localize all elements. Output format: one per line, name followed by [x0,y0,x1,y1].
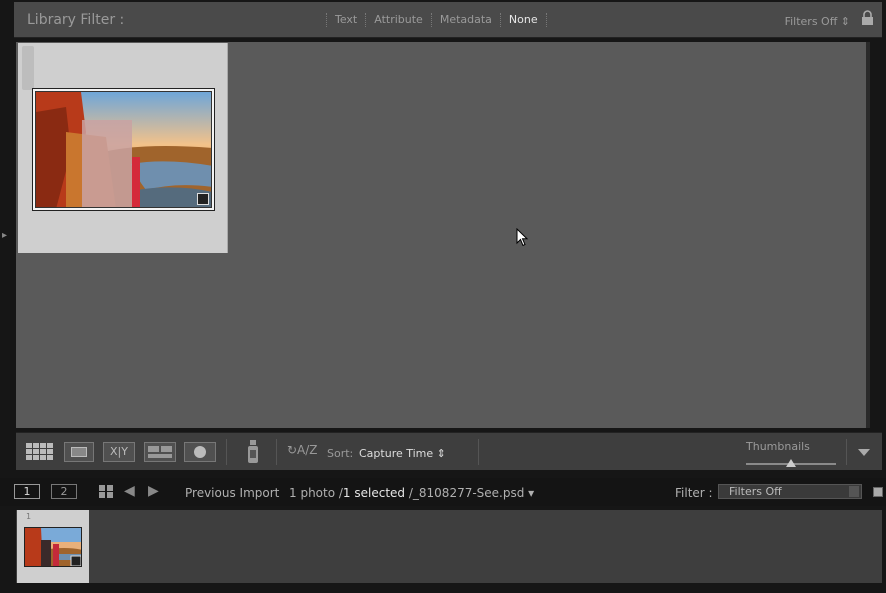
photo-image [35,91,212,208]
filter-tab-text[interactable]: Text [326,13,365,27]
filter-value: Filters Off [729,485,782,498]
filmstrip-header: 1 2 ◀ ▶ Previous Import 1 photo /1 selec… [0,478,886,506]
filmstrip-index: 1 [26,512,32,521]
sort-label: Sort: [327,447,354,460]
survey-view-icon[interactable] [144,442,176,462]
library-filter-bar: Library Filter : Text Attribute Metadata… [14,2,882,38]
dropdown-arrows-icon [849,486,859,497]
photo-count-text: 1 photo /1 selected /_8108277-See.psd ▾ [289,486,534,500]
library-filter-title: Library Filter : [27,12,125,28]
library-toolbar: X|Y ↻A/Z Sort: Capture Time ⇕ Thumbnails [16,432,882,470]
grid-scrollbar[interactable] [866,42,870,428]
grid-view-icon[interactable] [25,442,55,462]
sort-dropdown[interactable]: Capture Time ⇕ [359,447,446,460]
second-window-button[interactable]: 2 [51,484,77,499]
photo-count: 1 photo / [289,486,343,500]
filter-tabs: Text Attribute Metadata None [326,13,547,27]
filter-tab-metadata[interactable]: Metadata [430,13,500,27]
edit-badge-icon [197,193,209,205]
grid-view-area[interactable] [16,42,867,428]
filmstrip-filter-dropdown[interactable]: Filters Off [718,484,862,499]
painter-spray-icon[interactable] [246,440,260,464]
sort-direction-icon[interactable]: ↻A/Z [287,443,318,457]
thumbnails-label: Thumbnails [746,440,810,453]
toolbar-divider [226,439,227,465]
toolbar-menu-chevron-icon[interactable] [858,449,870,456]
filename-dropdown[interactable]: /_8108277-See.psd ▾ [409,486,534,500]
filter-tab-attribute[interactable]: Attribute [365,13,431,27]
arrow-left-icon[interactable]: ◀ [124,483,135,499]
grid-view-icon[interactable] [98,484,114,499]
lock-icon[interactable] [861,10,874,26]
toolbar-divider [846,439,847,465]
main-window-button[interactable]: 1 [14,484,40,499]
filmstrip-cell[interactable]: 1 [17,510,89,583]
grid-cell[interactable] [18,43,228,253]
toolbar-divider [276,439,277,465]
filter-switch-icon[interactable] [873,487,883,497]
selected-count: 1 selected [342,486,406,500]
mouse-cursor-icon [516,228,529,247]
filter-tab-none[interactable]: None [499,13,547,27]
filter-label: Filter : [675,486,713,500]
lightroom-library: Library Filter : Text Attribute Metadata… [0,0,886,593]
cell-index-strip [22,46,34,90]
photo-thumbnail[interactable] [32,88,215,211]
thumbnail-size-knob[interactable] [786,459,796,467]
arrow-right-icon[interactable]: ▶ [148,483,159,499]
toolbar-divider [478,439,479,465]
filter-presets-dropdown[interactable]: Filters Off ⇕ [785,15,850,28]
loupe-view-icon[interactable] [64,442,94,462]
source-breadcrumb[interactable]: Previous Import [185,486,279,500]
filmstrip-thumbnail[interactable] [24,527,82,567]
compare-view-icon[interactable]: X|Y [103,442,135,462]
filmstrip[interactable]: 1 [16,510,882,583]
left-panel-toggle-icon[interactable]: ▸ [2,230,7,241]
people-view-icon[interactable] [184,442,216,462]
